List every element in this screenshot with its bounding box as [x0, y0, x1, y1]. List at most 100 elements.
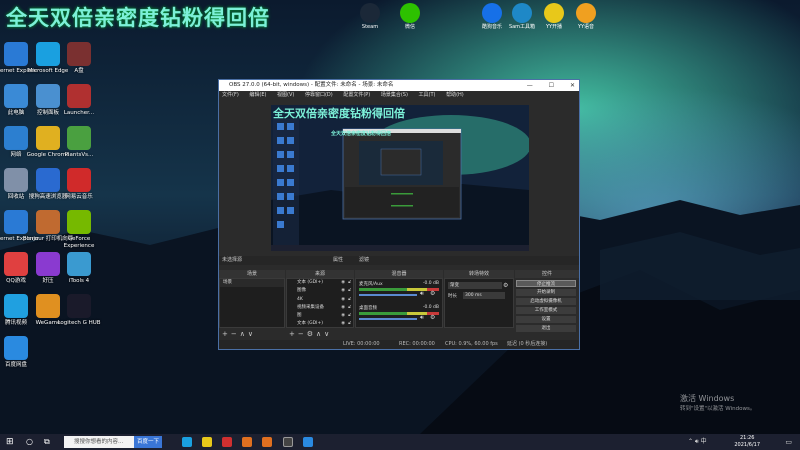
desktop-shortcut[interactable]: Steam — [354, 3, 386, 30]
desktop-shortcut[interactable]: A盘 — [53, 42, 105, 75]
volume-slider[interactable] — [359, 318, 417, 320]
desktop-shortcut[interactable]: PlantsVs... — [53, 126, 105, 159]
menu-tools[interactable]: 工具(T) — [419, 92, 436, 98]
desktop-shortcut[interactable]: 微信 — [394, 3, 426, 30]
menu-scene-collection[interactable]: 场景集合(S) — [381, 92, 408, 98]
eye-icon[interactable]: ◉ — [341, 296, 345, 304]
scenes-toolbar[interactable]: +−∧∨ — [222, 330, 256, 338]
eye-icon[interactable]: ◉ — [341, 320, 345, 328]
menu-profile[interactable]: 配置文件(P) — [343, 92, 370, 98]
studio-mode-button[interactable]: 工作室模式 — [516, 307, 576, 314]
menu-view[interactable]: 视图(V) — [277, 92, 294, 98]
store-taskbar-icon[interactable] — [222, 437, 232, 447]
gear-icon[interactable]: ⚙ — [503, 282, 508, 289]
eye-icon[interactable]: ◉ — [341, 304, 345, 312]
notification-icon[interactable]: ▭ — [785, 437, 792, 447]
settings-button[interactable]: 设置 — [516, 316, 576, 323]
sources-list[interactable]: 文本 (GDI+) ◉ 🔓︎ 图像 ◉ 🔓︎ 4K ◉ 🔓︎ 视频采集设备 ◉ 🔓︎ 图 ◉ 🔓︎ … — [286, 278, 354, 328]
desktop-shortcut[interactable]: YY语音 — [570, 3, 602, 30]
scenes-list[interactable]: 场景 — [219, 278, 285, 328]
lock-icon[interactable]: 🔓︎ — [348, 296, 351, 304]
menu-docks[interactable]: 停靠窗口(D) — [305, 92, 333, 98]
desktop-shortcut[interactable]: 百度网盘 — [0, 336, 42, 369]
source-label: 图 — [297, 313, 302, 319]
app-taskbar-icon[interactable] — [262, 437, 272, 447]
virtual-camera-button[interactable]: 启动虚拟摄像机 — [516, 298, 576, 305]
edge-taskbar-icon[interactable] — [182, 437, 192, 447]
obs-window[interactable]: OBS 27.0.0 (64-bit, windows) - 配置文件: 未命名… — [218, 79, 580, 350]
lock-icon[interactable]: 🔓︎ — [348, 312, 351, 320]
close-icon[interactable]: ✕ — [570, 82, 575, 89]
properties-button[interactable]: 属性 — [333, 256, 343, 265]
cpu-fps: CPU: 0.9%, 60.00 fps — [445, 341, 498, 347]
speaker-icon[interactable]: 🔊︎ — [420, 290, 424, 298]
desktop-shortcut[interactable]: YY开播 — [538, 3, 570, 30]
speaker-icon[interactable]: 🔊︎ — [420, 314, 424, 322]
source-item[interactable]: 文本 (GDI+) ◉ 🔓︎ — [287, 320, 353, 328]
windows-start-icon[interactable]: ⊞ — [6, 437, 14, 447]
task-view-icon[interactable]: ⧉ — [44, 437, 50, 447]
live-timer: LIVE: 00:00:00 — [343, 341, 380, 347]
cortana-icon[interactable]: ○ — [26, 437, 33, 447]
lock-icon[interactable]: 🔓︎ — [348, 320, 351, 328]
app-taskbar-icon[interactable] — [303, 437, 313, 447]
obs-preview[interactable]: 全天双倍亲密度钻粉得回倍 全天双倍亲密度钻粉得回倍 — [271, 105, 529, 251]
search-button[interactable]: 百度一下 — [134, 436, 162, 448]
shortcut-label: GeForce Experience — [63, 236, 95, 249]
shortcut-label: Steam — [361, 24, 379, 30]
source-item[interactable]: 图像 ◉ 🔓︎ — [287, 287, 353, 295]
desktop-shortcut[interactable]: 网易云音乐 — [53, 168, 105, 201]
obs-titlebar[interactable]: OBS 27.0.0 (64-bit, windows) - 配置文件: 未命名… — [219, 80, 579, 91]
source-item[interactable]: 视频采集设备 ◉ 🔓︎ — [287, 304, 353, 312]
file-explorer-taskbar-icon[interactable] — [202, 437, 212, 447]
scene-item[interactable]: 场景 — [220, 279, 284, 288]
app-icon — [482, 3, 502, 23]
taskbar: ⊞ ○ ⧉ 搜搜你想看的内容... 百度一下 ⌃ 🔊︎ 中 21:26 2021… — [0, 434, 800, 450]
gear-icon[interactable]: ⚙ — [430, 290, 435, 297]
mixer-dock-title: 混音器 — [355, 270, 443, 278]
maximize-icon[interactable]: ☐ — [549, 82, 554, 89]
sources-toolbar[interactable]: +−⚙∧∨ — [289, 330, 332, 338]
desktop-shortcut[interactable]: Sam工具箱 — [506, 3, 538, 30]
source-item[interactable]: 4K ◉ 🔓︎ — [287, 296, 353, 304]
stop-stream-button[interactable]: 停止推流 — [516, 280, 576, 287]
source-item[interactable]: 图 ◉ 🔓︎ — [287, 312, 353, 320]
app-icon — [67, 42, 91, 66]
start-recording-button[interactable]: 开始录制 — [516, 289, 576, 296]
duration-input[interactable]: 300 ms — [463, 292, 505, 299]
app-taskbar-icon[interactable] — [242, 437, 252, 447]
app-icon — [400, 3, 420, 23]
desktop-shortcut[interactable]: GeForce Experience — [53, 210, 105, 250]
volume-slider[interactable] — [359, 294, 417, 296]
filters-button[interactable]: 滤镜 — [359, 256, 369, 265]
clock[interactable]: 21:26 2021/6/17 — [734, 435, 760, 449]
lock-icon[interactable]: 🔓︎ — [348, 304, 351, 312]
minimize-icon[interactable]: — — [527, 82, 533, 89]
menu-file[interactable]: 文件(F) — [222, 92, 239, 98]
exit-button[interactable]: 退出 — [516, 325, 576, 332]
menu-help[interactable]: 帮助(H) — [446, 92, 464, 98]
desktop-shortcut[interactable]: 酷狗音乐 — [476, 3, 508, 30]
desktop-shortcut[interactable]: Launcher... — [53, 84, 105, 117]
lock-icon[interactable]: 🔓︎ — [348, 287, 351, 295]
menu-edit[interactable]: 编辑(E) — [249, 92, 266, 98]
transition-select[interactable]: 渐变 — [448, 282, 502, 289]
volume-meter — [359, 288, 439, 291]
eye-icon[interactable]: ◉ — [341, 312, 345, 320]
lock-icon[interactable]: 🔓︎ — [348, 279, 351, 287]
shortcut-label: Sam工具箱 — [508, 24, 536, 30]
source-item[interactable]: 文本 (GDI+) ◉ 🔓︎ — [287, 279, 353, 287]
eye-icon[interactable]: ◉ — [341, 287, 345, 295]
tray-icons[interactable]: ⌃ 🔊︎ 中 — [688, 437, 707, 447]
duration-label: 时长 — [448, 294, 457, 299]
gear-icon[interactable]: ⚙ — [430, 314, 435, 321]
obs-taskbar-icon[interactable] — [283, 437, 293, 447]
shortcut-label: 酷狗音乐 — [481, 24, 502, 30]
desktop-shortcut[interactable]: Logitech G HUB — [53, 294, 105, 327]
search-input[interactable]: 搜搜你想看的内容... — [64, 436, 134, 448]
network-status: 延迟 (0 秒后连接) — [507, 341, 548, 347]
mixer-channel-name: 桌面音频 — [359, 306, 377, 311]
desktop-shortcut[interactable]: iTools 4 — [53, 252, 105, 285]
eye-icon[interactable]: ◉ — [341, 279, 345, 287]
shortcut-label: YY语音 — [577, 24, 595, 30]
